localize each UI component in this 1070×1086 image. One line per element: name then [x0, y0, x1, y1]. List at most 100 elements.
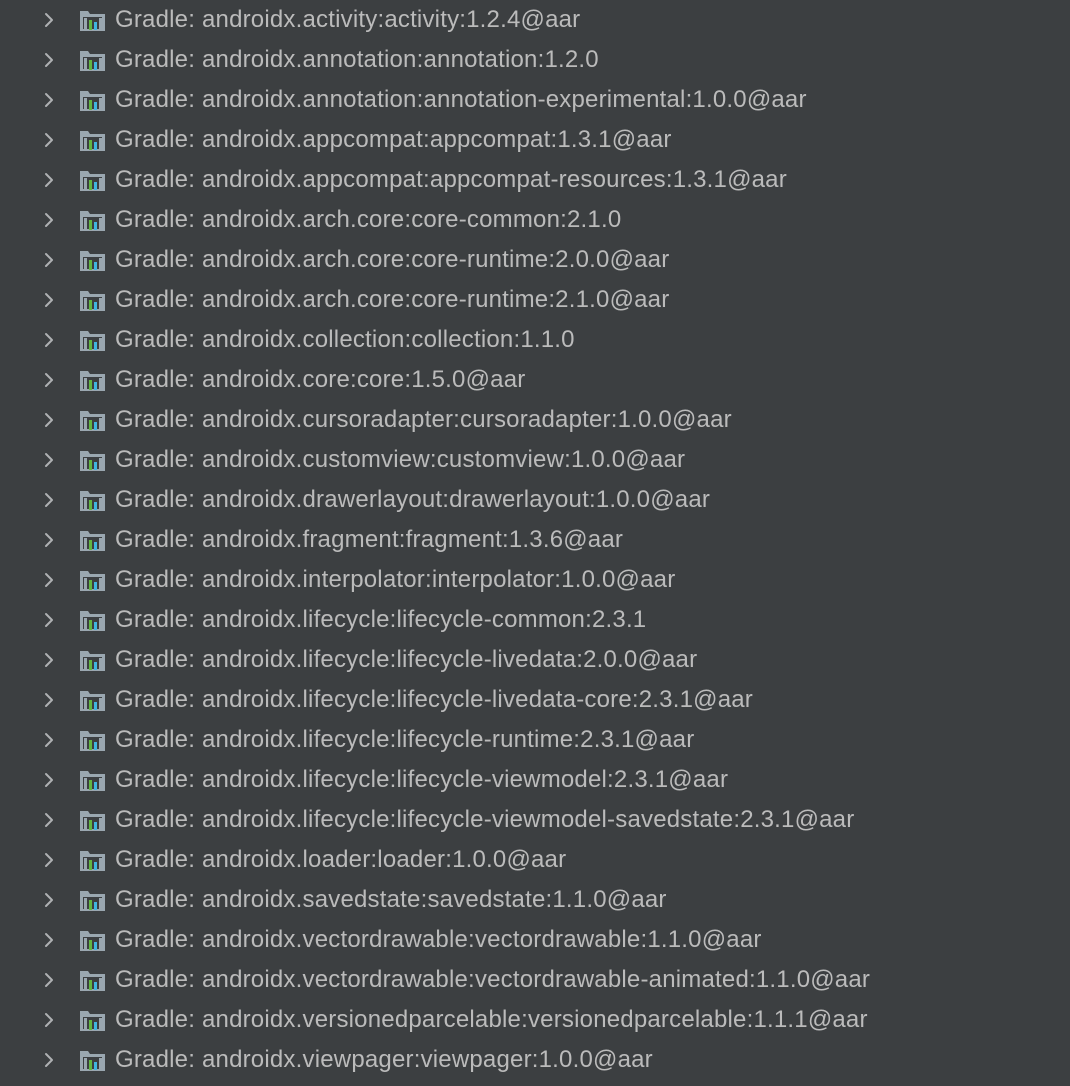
tree-row[interactable]: Gradle: androidx.appcompat:appcompat-res… [0, 160, 1070, 200]
chevron-right-icon[interactable] [41, 532, 57, 548]
library-icon [79, 727, 109, 753]
chevron-right-icon[interactable] [41, 492, 57, 508]
tree-row[interactable]: Gradle: androidx.drawerlayout:drawerlayo… [0, 480, 1070, 520]
chevron-right-icon[interactable] [41, 732, 57, 748]
library-icon [79, 7, 109, 33]
chevron-right-icon[interactable] [41, 12, 57, 28]
library-icon [79, 127, 109, 153]
tree-row[interactable]: Gradle: androidx.annotation:annotation:1… [0, 40, 1070, 80]
chevron-right-icon[interactable] [41, 332, 57, 348]
tree-row-label: Gradle: androidx.savedstate:savedstate:1… [115, 886, 667, 913]
tree-row[interactable]: Gradle: androidx.lifecycle:lifecycle-vie… [0, 760, 1070, 800]
tree-row[interactable]: Gradle: androidx.lifecycle:lifecycle-liv… [0, 680, 1070, 720]
library-icon [79, 1007, 109, 1033]
tree-row-label: Gradle: androidx.lifecycle:lifecycle-vie… [115, 766, 729, 793]
tree-row[interactable]: Gradle: androidx.activity:activity:1.2.4… [0, 0, 1070, 40]
chevron-right-icon[interactable] [41, 212, 57, 228]
library-icon [79, 767, 109, 793]
library-icon [79, 927, 109, 953]
tree-row[interactable]: Gradle: androidx.cursoradapter:cursorada… [0, 400, 1070, 440]
chevron-right-icon[interactable] [41, 252, 57, 268]
project-tree: Gradle: androidx.activity:activity:1.2.4… [0, 0, 1070, 1086]
chevron-right-icon[interactable] [41, 292, 57, 308]
tree-row[interactable]: Gradle: androidx.customview:customview:1… [0, 440, 1070, 480]
tree-row-label: Gradle: androidx.appcompat:appcompat-res… [115, 166, 787, 193]
tree-row[interactable]: Gradle: androidx.collection:collection:1… [0, 320, 1070, 360]
tree-row-label: Gradle: androidx.activity:activity:1.2.4… [115, 6, 581, 33]
library-icon [79, 247, 109, 273]
tree-row[interactable]: Gradle: androidx.savedstate:savedstate:1… [0, 880, 1070, 920]
chevron-right-icon[interactable] [41, 1052, 57, 1068]
library-icon [79, 1047, 109, 1073]
tree-row[interactable]: Gradle: androidx.core:core:1.5.0@aar [0, 360, 1070, 400]
tree-row[interactable]: Gradle: androidx.arch.core:core-runtime:… [0, 240, 1070, 280]
tree-row[interactable]: Gradle: androidx.viewpager:viewpager:1.0… [0, 1040, 1070, 1080]
tree-row[interactable]: Gradle: androidx.fragment:fragment:1.3.6… [0, 520, 1070, 560]
chevron-right-icon[interactable] [41, 772, 57, 788]
tree-row-label: Gradle: androidx.versionedparcelable:ver… [115, 1006, 868, 1033]
tree-row-label: Gradle: androidx.drawerlayout:drawerlayo… [115, 486, 711, 513]
library-icon [79, 47, 109, 73]
tree-row-label: Gradle: androidx.arch.core:core-common:2… [115, 206, 622, 233]
chevron-right-icon[interactable] [41, 852, 57, 868]
library-icon [79, 887, 109, 913]
library-icon [79, 287, 109, 313]
tree-row-label: Gradle: androidx.arch.core:core-runtime:… [115, 286, 670, 313]
tree-row-label: Gradle: androidx.lifecycle:lifecycle-liv… [115, 686, 753, 713]
tree-row[interactable]: Gradle: androidx.arch.core:core-runtime:… [0, 280, 1070, 320]
library-icon [79, 407, 109, 433]
tree-row[interactable]: Gradle: androidx.arch.core:core-common:2… [0, 200, 1070, 240]
library-icon [79, 207, 109, 233]
chevron-right-icon[interactable] [41, 452, 57, 468]
tree-row-label: Gradle: androidx.vectordrawable:vectordr… [115, 966, 871, 993]
chevron-right-icon[interactable] [41, 92, 57, 108]
tree-row-label: Gradle: androidx.fragment:fragment:1.3.6… [115, 526, 624, 553]
tree-row-label: Gradle: androidx.lifecycle:lifecycle-com… [115, 606, 647, 633]
chevron-right-icon[interactable] [41, 412, 57, 428]
tree-row-label: Gradle: androidx.interpolator:interpolat… [115, 566, 676, 593]
tree-row-label: Gradle: androidx.appcompat:appcompat:1.3… [115, 126, 672, 153]
chevron-right-icon[interactable] [41, 132, 57, 148]
tree-row[interactable]: Gradle: androidx.lifecycle:lifecycle-vie… [0, 800, 1070, 840]
tree-row[interactable]: Gradle: androidx.loader:loader:1.0.0@aar [0, 840, 1070, 880]
tree-row[interactable]: Gradle: androidx.lifecycle:lifecycle-liv… [0, 640, 1070, 680]
tree-row-label: Gradle: androidx.viewpager:viewpager:1.0… [115, 1046, 653, 1073]
tree-row-label: Gradle: androidx.annotation:annotation-e… [115, 86, 807, 113]
chevron-right-icon[interactable] [41, 52, 57, 68]
tree-row[interactable]: Gradle: androidx.interpolator:interpolat… [0, 560, 1070, 600]
tree-row[interactable]: Gradle: androidx.vectordrawable:vectordr… [0, 920, 1070, 960]
chevron-right-icon[interactable] [41, 372, 57, 388]
tree-row[interactable]: Gradle: androidx.versionedparcelable:ver… [0, 1000, 1070, 1040]
library-icon [79, 647, 109, 673]
chevron-right-icon[interactable] [41, 652, 57, 668]
tree-row-label: Gradle: androidx.core:core:1.5.0@aar [115, 366, 526, 393]
chevron-right-icon[interactable] [41, 812, 57, 828]
chevron-right-icon[interactable] [41, 1012, 57, 1028]
tree-row[interactable]: Gradle: androidx.annotation:annotation-e… [0, 80, 1070, 120]
chevron-right-icon[interactable] [41, 572, 57, 588]
tree-row[interactable]: Gradle: androidx.appcompat:appcompat:1.3… [0, 120, 1070, 160]
library-icon [79, 967, 109, 993]
chevron-right-icon[interactable] [41, 612, 57, 628]
chevron-right-icon[interactable] [41, 892, 57, 908]
chevron-right-icon[interactable] [41, 972, 57, 988]
library-icon [79, 807, 109, 833]
chevron-right-icon[interactable] [41, 692, 57, 708]
chevron-right-icon[interactable] [41, 932, 57, 948]
tree-row[interactable]: Gradle: androidx.lifecycle:lifecycle-run… [0, 720, 1070, 760]
tree-row[interactable]: Gradle: androidx.lifecycle:lifecycle-com… [0, 600, 1070, 640]
library-icon [79, 447, 109, 473]
library-icon [79, 327, 109, 353]
library-icon [79, 167, 109, 193]
library-icon [79, 687, 109, 713]
tree-row[interactable]: Gradle: androidx.vectordrawable:vectordr… [0, 960, 1070, 1000]
library-icon [79, 87, 109, 113]
tree-row-label: Gradle: androidx.lifecycle:lifecycle-run… [115, 726, 695, 753]
tree-row-label: Gradle: androidx.cursoradapter:cursorada… [115, 406, 732, 433]
tree-row-label: Gradle: androidx.lifecycle:lifecycle-liv… [115, 646, 698, 673]
tree-row-label: Gradle: androidx.collection:collection:1… [115, 326, 575, 353]
tree-row-label: Gradle: androidx.arch.core:core-runtime:… [115, 246, 670, 273]
chevron-right-icon[interactable] [41, 172, 57, 188]
library-icon [79, 567, 109, 593]
tree-row-label: Gradle: androidx.annotation:annotation:1… [115, 46, 599, 73]
